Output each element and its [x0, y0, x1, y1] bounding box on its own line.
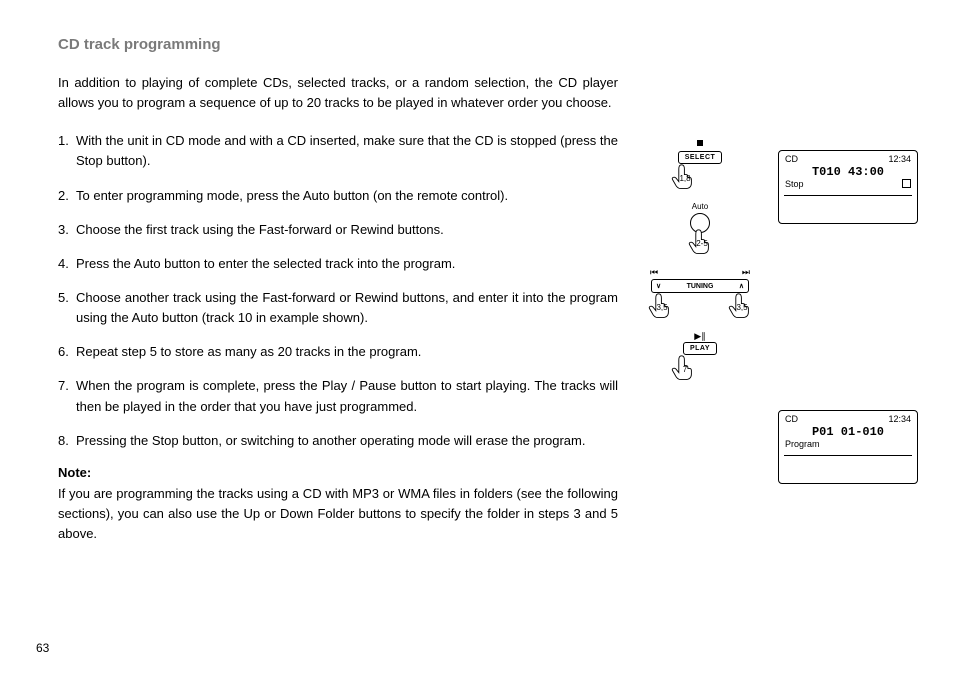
step-text: Repeat step 5 to store as many as 20 tra… — [76, 342, 618, 362]
lcd-divider — [784, 455, 912, 480]
lcd-display-program: CD 12:34 P01 01-010 Program — [778, 410, 918, 484]
step-4: 4. Press the Auto button to enter the se… — [58, 254, 618, 274]
step-ref: 7 — [670, 365, 700, 374]
step-text: Press the Auto button to enter the selec… — [76, 254, 618, 274]
hand-icon: 3,5 — [645, 291, 675, 319]
diagram-select: SELECT 1,8 — [640, 140, 760, 190]
step-text: Choose the first track using the Fast-fo… — [76, 220, 618, 240]
hand-icon: 1,8 — [668, 162, 698, 190]
diagram-play: ▶∥ PLAY 7 — [640, 331, 760, 381]
step-8: 8. Pressing the Stop button, or switchin… — [58, 431, 618, 451]
hand-icon: 2-5 — [685, 227, 715, 255]
page-number: 63 — [36, 641, 49, 655]
step-6: 6. Repeat step 5 to store as many as 20 … — [58, 342, 618, 362]
step-number: 3. — [58, 220, 76, 240]
step-text: To enter programming mode, press the Aut… — [76, 186, 618, 206]
step-number: 7. — [58, 376, 76, 416]
step-ref: 3,5 — [647, 303, 677, 312]
step-number: 8. — [58, 431, 76, 451]
diagram-auto: Auto 2-5 — [640, 202, 760, 255]
play-pause-icon: ▶∥ — [640, 331, 760, 342]
lcd-mode: CD — [785, 154, 798, 164]
step-3: 3. Choose the first track using the Fast… — [58, 220, 618, 240]
lcd-divider — [784, 195, 912, 220]
step-ref: 2-5 — [687, 239, 717, 248]
step-text: When the program is complete, press the … — [76, 376, 618, 416]
lcd-mode: CD — [785, 414, 798, 424]
steps-list: 1. With the unit in CD mode and with a C… — [58, 131, 618, 544]
lcd-track-info: T010 43:00 — [784, 165, 912, 179]
lcd-display-stop: CD 12:34 T010 43:00 Stop — [778, 150, 918, 224]
lcd-clock: 12:34 — [888, 414, 911, 424]
step-7: 7. When the program is complete, press t… — [58, 376, 618, 416]
stop-icon — [697, 140, 703, 146]
note-text: If you are programming the tracks using … — [58, 484, 618, 544]
next-track-icon: ⏭ — [742, 267, 750, 278]
step-number: 1. — [58, 131, 76, 171]
step-5: 5. Choose another track using the Fast-f… — [58, 288, 618, 328]
step-text: Pressing the Stop button, or switching t… — [76, 431, 618, 451]
stop-glyph-icon — [902, 179, 911, 188]
auto-label: Auto — [640, 202, 760, 211]
button-diagrams: SELECT 1,8 Auto 2-5 ⏮ ⏭ — [640, 140, 760, 393]
section-heading: CD track programming — [58, 36, 926, 53]
step-number: 6. — [58, 342, 76, 362]
intro-paragraph: In addition to playing of complete CDs, … — [58, 73, 618, 113]
step-number: 2. — [58, 186, 76, 206]
diagram-tuning: ⏮ ⏭ ∨ TUNING ∧ 3,5 3,5 — [640, 267, 760, 319]
tuning-label: TUNING — [687, 283, 714, 290]
lcd-status: Stop — [785, 179, 804, 189]
up-icon: ∧ — [739, 282, 744, 290]
step-number: 4. — [58, 254, 76, 274]
step-text: Choose another track using the Fast-forw… — [76, 288, 618, 328]
lcd-clock: 12:34 — [888, 154, 911, 164]
step-ref: 1,8 — [670, 174, 700, 183]
step-number: 5. — [58, 288, 76, 328]
lcd-status: Program — [785, 439, 820, 449]
step-1: 1. With the unit in CD mode and with a C… — [58, 131, 618, 171]
step-ref: 3,5 — [727, 303, 757, 312]
down-icon: ∨ — [656, 282, 661, 290]
hand-icon: 7 — [668, 353, 698, 381]
step-2: 2. To enter programming mode, press the … — [58, 186, 618, 206]
lcd-program-info: P01 01-010 — [784, 425, 912, 439]
note-label: Note: — [58, 465, 618, 480]
prev-track-icon: ⏮ — [650, 267, 658, 278]
step-text: With the unit in CD mode and with a CD i… — [76, 131, 618, 171]
hand-icon: 3,5 — [725, 291, 755, 319]
